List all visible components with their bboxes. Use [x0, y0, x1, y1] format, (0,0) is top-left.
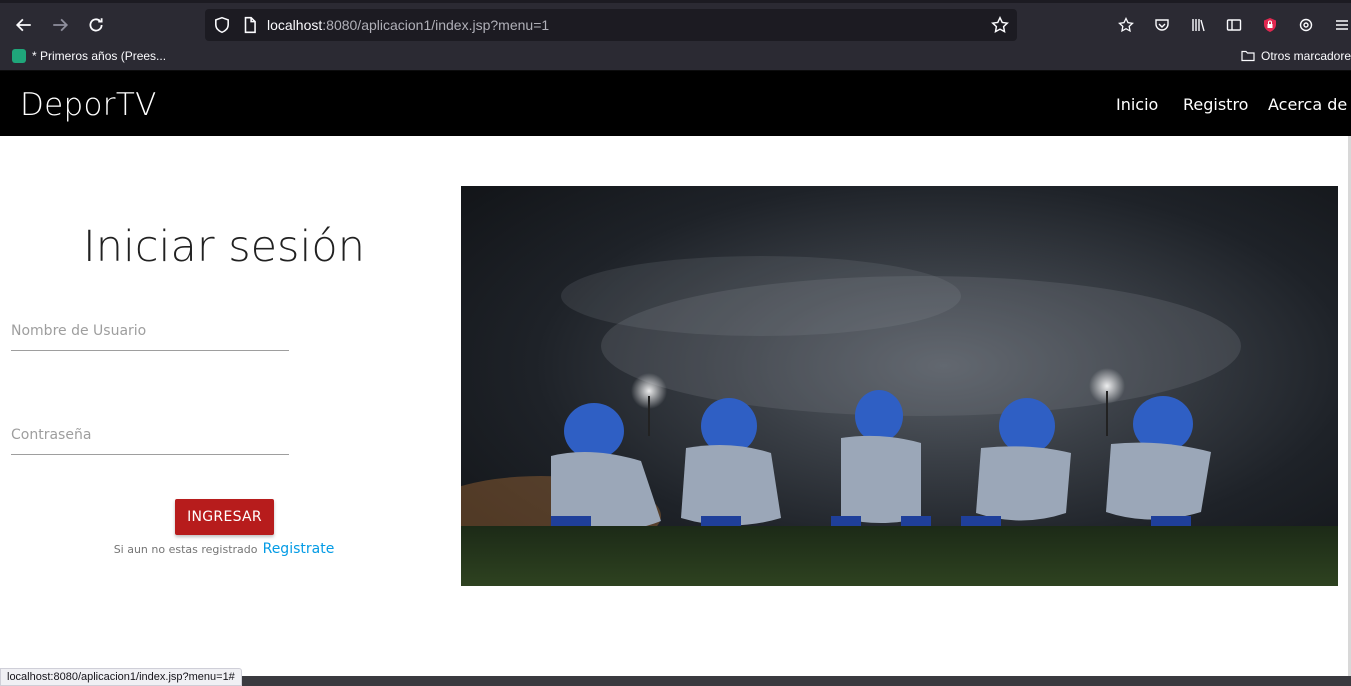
- url-bar[interactable]: localhost:8080/aplicacion1/index.jsp?men…: [205, 9, 1017, 41]
- hero-image: [461, 186, 1338, 586]
- page-icon[interactable]: [241, 16, 259, 34]
- extensions-star-icon[interactable]: [1116, 15, 1136, 35]
- other-bookmarks-label: Otros marcadores: [1261, 49, 1351, 63]
- back-icon[interactable]: [10, 11, 38, 39]
- forward-icon[interactable]: [46, 11, 74, 39]
- bookmark-label: * Primeros años (Prees...: [32, 49, 167, 63]
- password-input[interactable]: [11, 415, 289, 455]
- status-bar: localhost:8080/aplicacion1/index.jsp?men…: [0, 668, 242, 686]
- url-text[interactable]: localhost:8080/aplicacion1/index.jsp?men…: [267, 17, 549, 33]
- lock-extension-icon[interactable]: [1260, 15, 1280, 35]
- gear-extension-icon[interactable]: [1296, 15, 1316, 35]
- folder-icon: [1241, 50, 1255, 62]
- field-grass: [461, 526, 1338, 586]
- site-navbar: DeporTV Inicio Registro Acerca de: [0, 71, 1351, 136]
- nav-link-registro[interactable]: Registro: [1183, 95, 1248, 114]
- nav-link-inicio[interactable]: Inicio: [1116, 95, 1158, 114]
- pocket-icon[interactable]: [1152, 15, 1172, 35]
- menu-icon[interactable]: [1332, 15, 1351, 35]
- url-host: localhost: [267, 17, 323, 33]
- register-line: Si aun no estas registrado Registrate: [0, 538, 448, 557]
- browser-toolbar: localhost:8080/aplicacion1/index.jsp?men…: [0, 0, 1351, 45]
- bookmark-favicon-icon: [12, 49, 26, 63]
- register-link[interactable]: Registrate: [263, 541, 335, 557]
- login-title: Iniciar sesión: [83, 222, 365, 272]
- shield-icon[interactable]: [213, 16, 231, 34]
- library-icon[interactable]: [1188, 15, 1208, 35]
- reload-icon[interactable]: [82, 11, 110, 39]
- bookmarks-bar: * Primeros años (Prees... Otros marcador…: [0, 45, 1351, 71]
- bookmark-item[interactable]: * Primeros años (Prees...: [12, 49, 166, 63]
- register-hint: Si aun no estas registrado: [113, 543, 258, 556]
- nav-link-acerca[interactable]: Acerca de: [1268, 95, 1347, 114]
- url-path: :8080/aplicacion1/index.jsp?menu=1: [322, 17, 550, 33]
- other-bookmarks[interactable]: Otros marcadores: [1241, 49, 1351, 63]
- brand-logo[interactable]: DeporTV: [20, 87, 157, 123]
- username-input[interactable]: [11, 311, 289, 351]
- ingresar-button[interactable]: INGRESAR: [175, 499, 274, 535]
- sidebar-icon[interactable]: [1224, 15, 1244, 35]
- star-icon[interactable]: [991, 16, 1009, 34]
